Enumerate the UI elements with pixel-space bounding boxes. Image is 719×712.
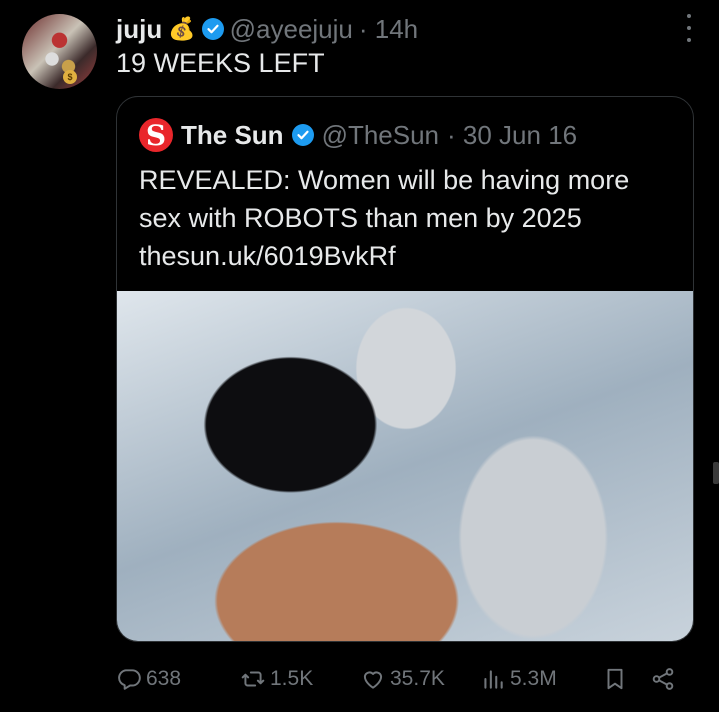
quoted-author-name[interactable]: The Sun [181,120,284,151]
quoted-tweet-time: · 30 Jun 16 [447,119,578,150]
quoted-tweet[interactable]: S The Sun @TheSun · 30 Jun 16 REVEALED: … [116,96,694,642]
bookmark-icon [607,668,623,690]
more-options-icon[interactable] [685,14,693,42]
tweet-time[interactable]: · 14h [359,14,418,45]
woman-sleeping-next-to-robot-photo[interactable] [117,291,693,641]
views-count: 5.3M [510,667,557,690]
money-bag-icon: 💰 [168,16,196,41]
retweet-button[interactable]: 1.5K [240,666,313,692]
bookmark-button[interactable] [602,666,628,692]
quoted-tweet-header: S The Sun @TheSun · 30 Jun 16 [139,117,577,153]
views-button[interactable]: 5.3M [480,666,557,692]
share-icon [652,668,674,690]
author-name[interactable]: juju [116,14,162,45]
reply-icon [118,669,141,690]
views-icon [484,670,503,689]
tweet-actions-bar: 638 1.5K 35.7K 5.3M [116,661,689,697]
scrollbar[interactable] [713,462,719,484]
like-count: 35.7K [390,667,445,690]
avatar-coin-detail: $ [63,70,77,84]
retweet-icon [241,671,265,687]
quoted-link[interactable]: thesun.uk/6019BvkRf [139,237,679,275]
quoted-text-line: REVEALED: Women will be having more [139,165,630,195]
verified-badge-icon [201,18,224,40]
share-button[interactable] [650,666,676,692]
quoted-tweet-text: REVEALED: Women will be having more sex … [139,161,679,275]
quoted-author-handle[interactable]: @TheSun [322,120,439,151]
tweet-header: juju 💰 @ayeejuju · 14h [116,12,679,46]
user-avatar[interactable]: $ [22,14,97,89]
verified-badge-icon [291,124,314,146]
the-sun-logo: S [139,118,173,152]
quoted-text-line: sex with ROBOTS than men by 2025 [139,203,582,233]
like-button[interactable]: 35.7K [360,666,445,692]
like-icon [363,671,383,689]
author-handle[interactable]: @ayeejuju [230,14,353,45]
retweet-count: 1.5K [270,667,314,690]
reply-count: 638 [146,667,182,690]
reply-button[interactable]: 638 [116,666,181,692]
tweet-text: 19 WEEKS LEFT [116,48,325,78]
